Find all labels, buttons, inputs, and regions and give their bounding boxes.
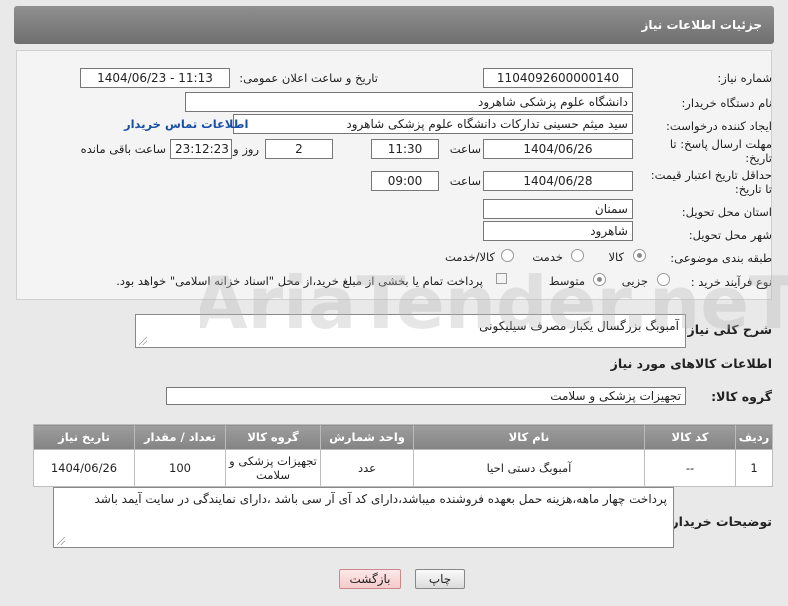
resize-handle-icon[interactable] — [57, 537, 65, 545]
col-name: نام کالا — [413, 424, 645, 450]
print-button[interactable]: چاپ — [415, 569, 465, 589]
need-number-label: شماره نیاز: — [717, 71, 772, 85]
announce-datetime-field[interactable]: 1404/06/23 - 11:13 — [80, 68, 230, 88]
page-header: جزئیات اطلاعات نیاز — [14, 6, 774, 44]
col-unit: واحد شمارش — [320, 424, 414, 450]
col-group: گروه کالا — [225, 424, 321, 450]
buyer-org-label: نام دستگاه خریدار: — [681, 96, 772, 110]
creator-label: ایجاد کننده درخواست: — [666, 119, 772, 133]
cell-unit: عدد — [320, 449, 414, 487]
resize-handle-icon[interactable] — [139, 337, 147, 345]
remaining-label: ساعت باقی مانده — [80, 142, 166, 156]
buyer-notes-text: پرداخت چهار ماهه،هزینه حمل بعهده فروشنده… — [94, 492, 668, 506]
city-field[interactable]: شاهرود — [483, 221, 633, 241]
description-text: آمبوبگ بزرگسال یکبار مصرف سیلیکونی — [479, 319, 679, 333]
category-service-label: خدمت — [532, 250, 563, 264]
table-row[interactable]: 1 -- آمبوبگ دستی احیا عدد تجهیزات پزشکی … — [33, 449, 773, 487]
category-goods-radio[interactable] — [633, 249, 646, 262]
process-medium-radio[interactable] — [593, 273, 606, 286]
goods-group-field[interactable]: تجهیزات پزشکی و سلامت — [166, 387, 686, 405]
need-number-field[interactable]: 1104092600000140 — [483, 68, 633, 88]
process-minor-radio[interactable] — [657, 273, 670, 286]
province-label: استان محل تحویل: — [681, 205, 772, 219]
validity-label-date: تا تاریخ: — [734, 182, 772, 196]
goods-table: ردیف کد کالا نام کالا واحد شمارش گروه کا… — [33, 424, 773, 487]
validity-date-field[interactable]: 1404/06/28 — [483, 171, 633, 191]
process-minor-label: جزیی — [621, 274, 648, 288]
col-code: کد کالا — [644, 424, 736, 450]
description-label: شرح کلی نیاز: — [682, 322, 772, 337]
buyer-org-field[interactable]: دانشگاه علوم پزشکی شاهرود — [185, 92, 633, 112]
cell-group: تجهیزات پزشکی و سلامت — [225, 449, 321, 487]
process-medium-label: متوسط — [548, 274, 585, 288]
category-service-radio[interactable] — [571, 249, 584, 262]
days-label: روز و — [233, 142, 259, 156]
city-label: شهر محل تحویل: — [688, 228, 772, 242]
buyer-notes-textarea[interactable]: پرداخت چهار ماهه،هزینه حمل بعهده فروشنده… — [53, 487, 674, 548]
cell-date: 1404/06/26 — [33, 449, 135, 487]
cell-code: -- — [644, 449, 736, 487]
category-both-radio[interactable] — [501, 249, 514, 262]
cell-name: آمبوبگ دستی احیا — [413, 449, 645, 487]
category-goods-label: کالا — [608, 250, 624, 264]
deadline-time-label: ساعت — [449, 142, 481, 156]
col-date: تاریخ نیاز — [33, 424, 135, 450]
deadline-time-field[interactable]: 11:30 — [371, 139, 439, 159]
treasury-payment-note: پرداخت تمام یا بخشی از مبلغ خرید،از محل … — [116, 274, 483, 288]
process-label: نوع فرآیند خرید : — [690, 275, 772, 289]
province-field[interactable]: سمنان — [483, 199, 633, 219]
remaining-time-field[interactable]: 23:12:23 — [170, 139, 232, 159]
category-label: طبقه بندی موضوعی: — [670, 251, 772, 265]
deadline-date-field[interactable]: 1404/06/26 — [483, 139, 633, 159]
days-remaining-field[interactable]: 2 — [265, 139, 333, 159]
deadline-label: مهلت ارسال پاسخ: تا — [669, 137, 772, 151]
category-both-label: کالا/خدمت — [444, 250, 495, 264]
buyer-notes-label: توضیحات خریدار: — [666, 514, 772, 529]
goods-section-title: اطلاعات کالاهای مورد نیاز — [610, 356, 772, 371]
validity-time-label: ساعت — [449, 174, 481, 188]
creator-field[interactable]: سید میثم حسینی تدارکات دانشگاه علوم پزشک… — [233, 114, 633, 134]
buyer-contact-link[interactable]: اطلاعات تماس خریدار — [124, 117, 248, 131]
goods-group-label: گروه کالا: — [711, 389, 772, 404]
page-title: جزئیات اطلاعات نیاز — [641, 18, 762, 32]
back-button[interactable]: بازگشت — [339, 569, 401, 589]
validity-label: حداقل تاریخ اعتبار قیمت: — [650, 168, 772, 182]
col-qty: تعداد / مقدار — [134, 424, 226, 450]
col-row: ردیف — [735, 424, 773, 450]
cell-qty: 100 — [134, 449, 226, 487]
description-textarea[interactable]: آمبوبگ بزرگسال یکبار مصرف سیلیکونی — [135, 314, 686, 348]
validity-time-field[interactable]: 09:00 — [371, 171, 439, 191]
cell-row: 1 — [735, 449, 773, 487]
announce-label: تاریخ و ساعت اعلان عمومی: — [239, 71, 378, 85]
treasury-payment-checkbox[interactable] — [496, 273, 507, 284]
deadline-label-date: تاریخ: — [745, 151, 772, 165]
goods-table-header: ردیف کد کالا نام کالا واحد شمارش گروه کا… — [33, 424, 773, 450]
